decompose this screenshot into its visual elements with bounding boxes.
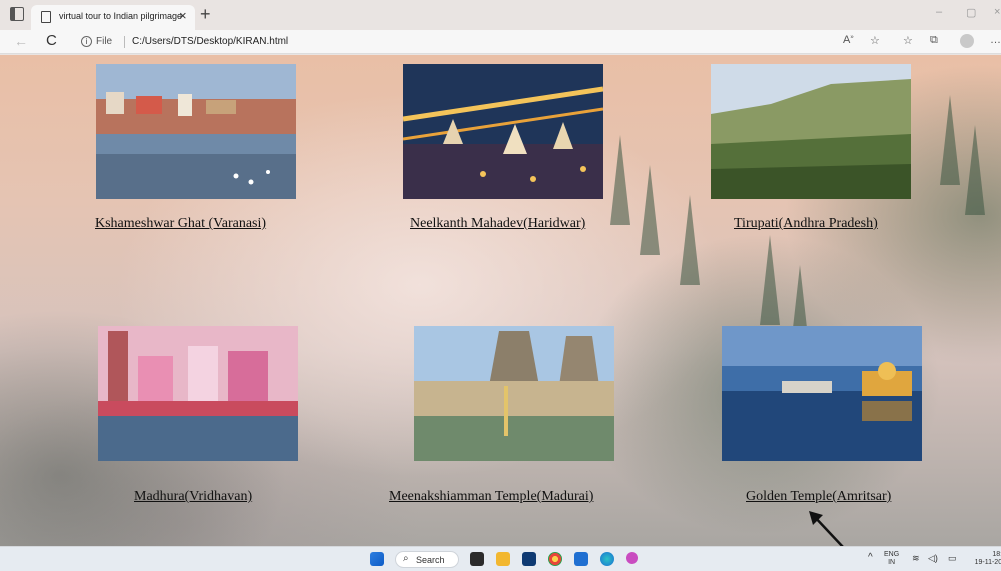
- tree-decoration: [640, 165, 660, 255]
- place-image-madurai[interactable]: [414, 326, 614, 461]
- browser-tabbar: virtual tour to Indian pilgrimage × + – …: [0, 0, 1001, 30]
- os-taskbar: ⌕ Search ^ ENG IN ≋ ◁) ▭ 18:0 19-11-202: [0, 546, 1001, 571]
- place-link-varanasi[interactable]: Kshameshwar Ghat (Varanasi): [95, 216, 266, 232]
- wifi-icon[interactable]: ≋: [912, 554, 920, 563]
- url-field[interactable]: i File C:/Users/DTS/Desktop/KIRAN.html: [72, 33, 832, 51]
- language-code: ENG: [884, 551, 900, 558]
- file-explorer-icon[interactable]: [496, 552, 510, 566]
- maximize-button[interactable]: ▢: [966, 6, 976, 19]
- tab-title: virtual tour to Indian pilgrimage: [59, 11, 183, 21]
- url-separator: [124, 36, 125, 48]
- app-icon[interactable]: [626, 552, 638, 564]
- search-label: Search: [416, 555, 445, 565]
- place-link-tirupati[interactable]: Tirupati(Andhra Pradesh): [734, 216, 878, 232]
- new-tab-button[interactable]: +: [200, 3, 211, 25]
- volume-icon[interactable]: ◁): [928, 554, 938, 563]
- page-icon: [41, 11, 51, 23]
- tree-decoration: [610, 135, 630, 225]
- cursor-arrow-icon: [809, 511, 844, 546]
- place-link-amritsar[interactable]: Golden Temple(Amritsar): [746, 489, 891, 505]
- taskbar-search[interactable]: ⌕ Search: [395, 551, 459, 568]
- language-indicator[interactable]: ENG IN: [884, 551, 899, 567]
- search-icon: ⌕: [403, 553, 409, 564]
- back-button[interactable]: ←: [14, 33, 28, 49]
- task-view-icon[interactable]: [470, 552, 484, 566]
- refresh-button[interactable]: C: [46, 32, 57, 49]
- tree-decoration: [940, 95, 960, 185]
- mail-icon[interactable]: [574, 552, 588, 566]
- address-bar: ← C i File C:/Users/DTS/Desktop/KIRAN.ht…: [0, 30, 1001, 54]
- collections-icon[interactable]: ⧉: [930, 34, 938, 47]
- minimize-button[interactable]: –: [936, 6, 942, 18]
- battery-icon[interactable]: ▭: [948, 554, 957, 563]
- read-aloud-icon[interactable]: A»: [843, 34, 854, 46]
- clock-time: 18:0: [992, 551, 1001, 558]
- place-link-vridhavan[interactable]: Madhura(Vridhavan): [134, 489, 252, 505]
- browser-tab[interactable]: virtual tour to Indian pilgrimage ×: [31, 5, 195, 30]
- close-tab-icon[interactable]: ×: [179, 8, 187, 24]
- info-icon[interactable]: i: [81, 36, 92, 47]
- place-image-tirupati[interactable]: [711, 64, 911, 199]
- store-icon[interactable]: [522, 552, 536, 566]
- file-label: File: [96, 36, 113, 47]
- region-code: IN: [888, 559, 896, 566]
- chevron-up-icon[interactable]: ^: [868, 553, 873, 563]
- add-favorite-icon[interactable]: ☆: [870, 34, 880, 47]
- favorites-icon[interactable]: ☆: [903, 34, 913, 47]
- edge-icon[interactable]: [600, 552, 614, 566]
- tree-decoration: [965, 125, 985, 215]
- place-link-madurai[interactable]: Meenakshiamman Temple(Madurai): [389, 489, 593, 505]
- profile-avatar[interactable]: [960, 34, 974, 48]
- clock[interactable]: 18:0 19-11-202: [966, 551, 1001, 567]
- clock-date: 19-11-202: [974, 559, 1001, 566]
- place-image-haridwar[interactable]: [403, 64, 603, 199]
- close-window-button[interactable]: ×: [994, 6, 1000, 18]
- tree-decoration: [760, 235, 780, 325]
- tab-actions-icon[interactable]: [10, 7, 24, 21]
- place-link-haridwar[interactable]: Neelkanth Mahadev(Haridwar): [410, 216, 585, 232]
- tree-decoration: [680, 195, 700, 285]
- place-image-vridhavan[interactable]: [98, 326, 298, 461]
- place-image-amritsar[interactable]: [722, 326, 922, 461]
- place-image-varanasi[interactable]: [96, 64, 296, 199]
- start-icon[interactable]: [370, 552, 384, 566]
- chrome-icon[interactable]: [548, 552, 562, 566]
- more-menu-icon[interactable]: …: [990, 34, 1001, 46]
- page-viewport: Kshameshwar Ghat (Varanasi) Neelkanth Ma…: [0, 55, 1001, 546]
- url-text[interactable]: C:/Users/DTS/Desktop/KIRAN.html: [132, 36, 288, 47]
